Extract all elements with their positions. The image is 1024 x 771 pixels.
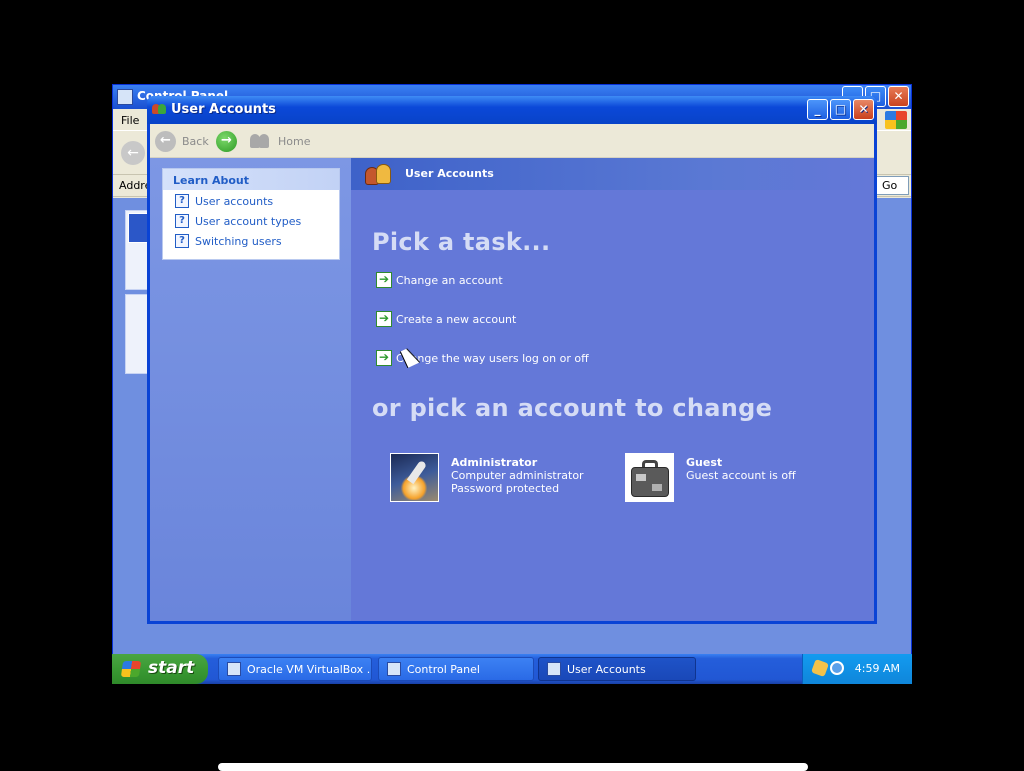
user-accounts-window: User Accounts _ □ ✕ ← Back → Home Learn … xyxy=(147,96,877,624)
back-button[interactable]: ← Back xyxy=(155,130,209,152)
task-change-account[interactable]: ➔ Change an account xyxy=(376,272,503,288)
task-label: Create a new account xyxy=(396,312,517,326)
learn-item-label: Switching users xyxy=(195,234,282,248)
question-icon: ? xyxy=(175,234,189,248)
navigation-toolbar: ← Back → Home xyxy=(150,124,874,158)
learn-item-label: User accounts xyxy=(195,194,274,208)
learn-item-switching-users[interactable]: ? Switching users xyxy=(163,231,339,251)
window-title: User Accounts xyxy=(171,102,276,117)
main-header: User Accounts xyxy=(351,158,874,190)
learn-item-account-types[interactable]: ? User account types xyxy=(163,211,339,231)
taskbar-button-label: Control Panel xyxy=(407,663,480,676)
tray-network-icon[interactable] xyxy=(830,661,844,675)
green-arrow-icon: ➔ xyxy=(376,350,392,366)
question-icon: ? xyxy=(175,214,189,228)
user-accounts-icon xyxy=(363,163,395,187)
green-arrow-icon: ➔ xyxy=(376,311,392,327)
forward-button[interactable]: → xyxy=(216,130,237,152)
taskbar-button-user-accounts[interactable]: User Accounts xyxy=(538,657,696,681)
pick-task-heading: Pick a task... xyxy=(372,228,551,256)
learn-about-box: Learn About ? User accounts ? User accou… xyxy=(162,168,340,260)
cp-close-button[interactable]: ✕ xyxy=(888,86,909,107)
arrow-right-icon: → xyxy=(216,130,237,152)
tray-tool-icon[interactable] xyxy=(811,659,829,677)
clock[interactable]: 4:59 AM xyxy=(855,662,900,675)
account-status: Password protected xyxy=(451,482,560,495)
task-label: Change the way users log on or off xyxy=(396,351,589,365)
windows-logo-icon xyxy=(120,661,142,677)
taskbar-button-control-panel[interactable]: Control Panel xyxy=(378,657,534,681)
question-icon: ? xyxy=(175,194,189,208)
learn-item-user-accounts[interactable]: ? User accounts xyxy=(163,191,339,211)
vm-screen: Control Panel _ □ ✕ File ← Address Go xyxy=(112,84,912,684)
control-panel-icon xyxy=(117,89,133,105)
account-administrator[interactable]: Administrator Computer administrator Pas… xyxy=(390,453,584,502)
account-type: Computer administrator xyxy=(451,469,584,482)
taskbar: start Oracle VM VirtualBox ... Control P… xyxy=(112,654,912,684)
users-icon xyxy=(547,662,561,676)
back-label: Back xyxy=(182,134,209,148)
suitcase-avatar xyxy=(625,453,674,502)
start-label: start xyxy=(148,658,195,678)
close-button[interactable]: ✕ xyxy=(853,99,874,120)
start-button[interactable]: start xyxy=(112,654,208,684)
left-task-pane: Learn About ? User accounts ? User accou… xyxy=(150,158,351,621)
account-name: Administrator xyxy=(451,456,538,469)
account-guest[interactable]: Guest Guest account is off xyxy=(625,453,796,502)
account-name: Guest xyxy=(686,456,723,469)
main-header-title: User Accounts xyxy=(405,167,494,180)
users-icon xyxy=(152,102,166,116)
pick-account-heading: or pick an account to change xyxy=(372,394,773,422)
virtualbox-icon xyxy=(227,662,241,676)
system-tray: 4:59 AM xyxy=(802,654,912,684)
taskbar-button-label: User Accounts xyxy=(567,663,646,676)
learn-about-header: Learn About xyxy=(163,169,339,191)
go-button[interactable]: Go xyxy=(875,176,909,195)
control-panel-icon xyxy=(387,662,401,676)
taskbar-button-virtualbox[interactable]: Oracle VM VirtualBox ... xyxy=(218,657,372,681)
main-pane: User Accounts Pick a task... ➔ Change an… xyxy=(351,158,874,621)
windows-logo-icon xyxy=(885,111,907,129)
taskbar-button-label: Oracle VM VirtualBox ... xyxy=(247,663,372,676)
cp-back-icon[interactable]: ← xyxy=(121,141,145,165)
menu-file[interactable]: File xyxy=(121,114,139,127)
account-status: Guest account is off xyxy=(686,469,796,482)
host-bottom-bar xyxy=(218,763,808,771)
users-home-icon xyxy=(250,132,272,150)
arrow-left-icon: ← xyxy=(155,130,176,152)
maximize-button[interactable]: □ xyxy=(830,99,851,120)
home-button[interactable]: Home xyxy=(250,130,310,152)
home-label: Home xyxy=(278,134,311,148)
learn-item-label: User account types xyxy=(195,214,302,228)
user-accounts-body: Learn About ? User accounts ? User accou… xyxy=(150,158,874,621)
task-create-account[interactable]: ➔ Create a new account xyxy=(376,311,516,327)
user-accounts-titlebar[interactable]: User Accounts _ □ ✕ xyxy=(147,96,877,124)
minimize-button[interactable]: _ xyxy=(807,99,828,120)
task-label: Change an account xyxy=(396,273,503,287)
green-arrow-icon: ➔ xyxy=(376,272,392,288)
space-shuttle-avatar xyxy=(390,453,439,502)
